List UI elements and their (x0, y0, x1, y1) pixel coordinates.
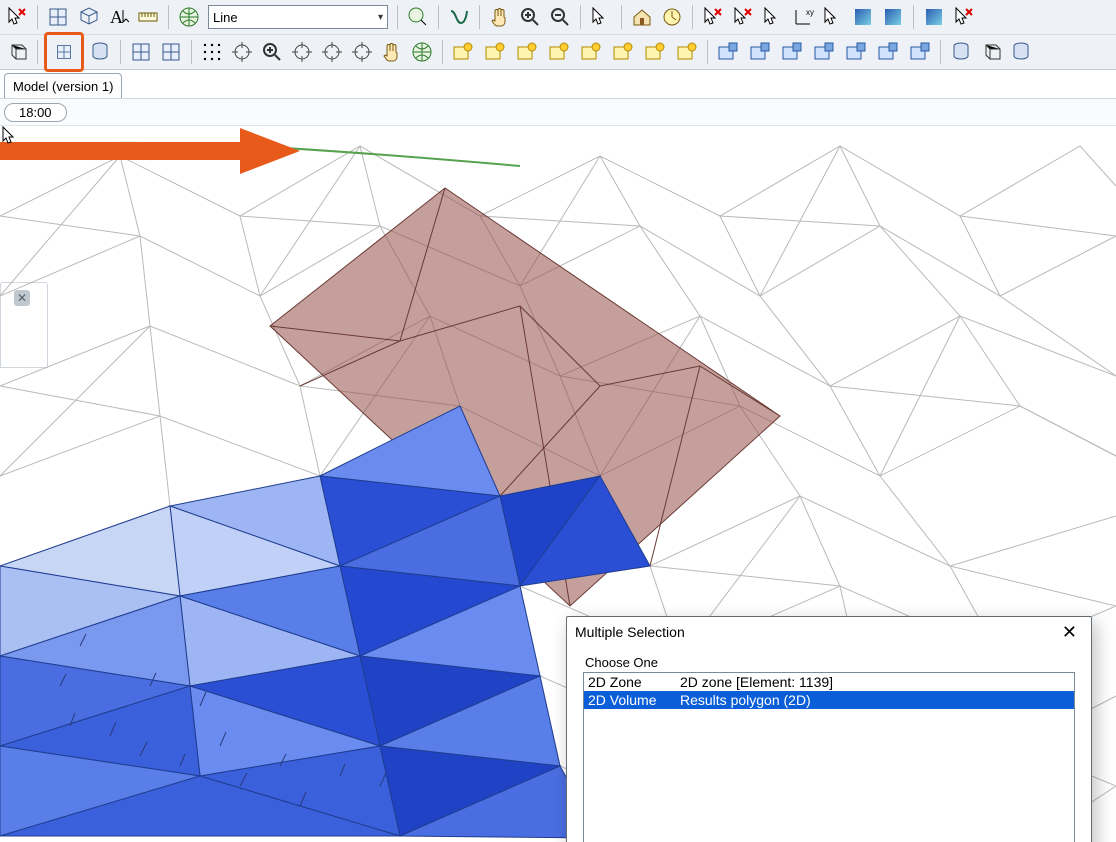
tile-y3-icon[interactable] (513, 38, 541, 66)
zoom-out-icon[interactable] (546, 3, 574, 31)
tile-b3-icon[interactable] (778, 38, 806, 66)
selection-list[interactable]: 2D Zone 2D zone [Element: 1139] 2D Volum… (583, 672, 1075, 842)
tile-b6-icon[interactable] (874, 38, 902, 66)
gradient-a-icon[interactable] (849, 3, 877, 31)
dots-icon[interactable] (198, 38, 226, 66)
chevron-down-icon: ▾ (378, 12, 383, 23)
deselect-button[interactable] (3, 3, 31, 31)
target-b-icon[interactable] (288, 38, 316, 66)
sel-b-icon[interactable] (729, 3, 757, 31)
tile-y2-icon[interactable] (481, 38, 509, 66)
globe-icon[interactable] (175, 3, 203, 31)
xy-icon[interactable] (789, 3, 817, 31)
sel-d-icon[interactable] (819, 3, 847, 31)
sel-e-icon[interactable] (950, 3, 978, 31)
results-properties-button[interactable] (44, 32, 84, 72)
globe2-icon[interactable] (408, 38, 436, 66)
tile-b2-icon[interactable] (746, 38, 774, 66)
dialog-title-text: Multiple Selection (575, 624, 685, 640)
tile-y1-icon[interactable] (449, 38, 477, 66)
measurement-type-combo[interactable]: Line ▾ (208, 5, 388, 29)
gradient-b-icon[interactable] (879, 3, 907, 31)
gradient-c-icon[interactable] (920, 3, 948, 31)
grid2-icon[interactable] (157, 38, 185, 66)
document-tabs: Model (version 1) (0, 70, 1116, 99)
clock-icon[interactable] (658, 3, 686, 31)
dialog-titlebar[interactable]: Multiple Selection ✕ (567, 617, 1091, 647)
time-value: 18:00 (19, 105, 52, 120)
multiple-selection-dialog: Multiple Selection ✕ Choose One 2D Zone … (566, 616, 1092, 842)
home-icon[interactable] (628, 3, 656, 31)
target-a-icon[interactable] (228, 38, 256, 66)
list-item[interactable]: 2D Zone 2D zone [Element: 1139] (584, 673, 1074, 691)
sel-c-icon[interactable] (759, 3, 787, 31)
cube-icon[interactable] (3, 38, 31, 66)
zoom-in-icon[interactable] (516, 3, 544, 31)
pan-icon[interactable] (486, 3, 514, 31)
grid-icon[interactable] (127, 38, 155, 66)
tile-b5-icon[interactable] (842, 38, 870, 66)
pick-globe-icon[interactable] (404, 3, 432, 31)
list-item[interactable]: 2D Volume Results polygon (2D) (584, 691, 1074, 709)
db-a-icon[interactable] (86, 38, 114, 66)
ruler-icon[interactable] (134, 3, 162, 31)
hand2-icon[interactable] (378, 38, 406, 66)
combo-value: Line (213, 10, 238, 25)
annotation-arrow-icon (0, 126, 300, 176)
stack-a-icon[interactable] (947, 38, 975, 66)
tile-b1-icon[interactable] (714, 38, 742, 66)
tab-label: Model (version 1) (13, 79, 113, 94)
choose-one-label: Choose One (585, 655, 1075, 670)
tile-y4-icon[interactable] (545, 38, 573, 66)
toolbar-row-2 (0, 35, 1116, 69)
tile-y7-icon[interactable] (641, 38, 669, 66)
text-tool-icon[interactable] (104, 3, 132, 31)
tile-y5-icon[interactable] (577, 38, 605, 66)
sel-a-icon[interactable] (699, 3, 727, 31)
model-tab[interactable]: Model (version 1) (4, 73, 122, 98)
time-indicator[interactable]: 18:00 (4, 103, 67, 122)
stack-b-icon[interactable] (977, 38, 1005, 66)
link-icon[interactable] (445, 3, 473, 31)
toolbars: Line ▾ (0, 0, 1116, 70)
target-c-icon[interactable] (318, 38, 346, 66)
tile-b4-icon[interactable] (810, 38, 838, 66)
tile-y6-icon[interactable] (609, 38, 637, 66)
default-cursor-icon[interactable] (587, 3, 615, 31)
toolbar-row-1: Line ▾ (0, 0, 1116, 35)
dialog-close-button[interactable]: ✕ (1056, 623, 1083, 641)
timeline-bar: 18:00 (0, 99, 1116, 126)
stack-c-icon[interactable] (1007, 38, 1035, 66)
target-d-icon[interactable] (348, 38, 376, 66)
survey-2d-icon[interactable] (44, 3, 72, 31)
model-canvas[interactable]: ✕ (0, 126, 1116, 838)
tile-y8-icon[interactable] (673, 38, 701, 66)
zoom-icon[interactable] (258, 38, 286, 66)
tile-b7-icon[interactable] (906, 38, 934, 66)
survey-3d-icon[interactable] (74, 3, 102, 31)
